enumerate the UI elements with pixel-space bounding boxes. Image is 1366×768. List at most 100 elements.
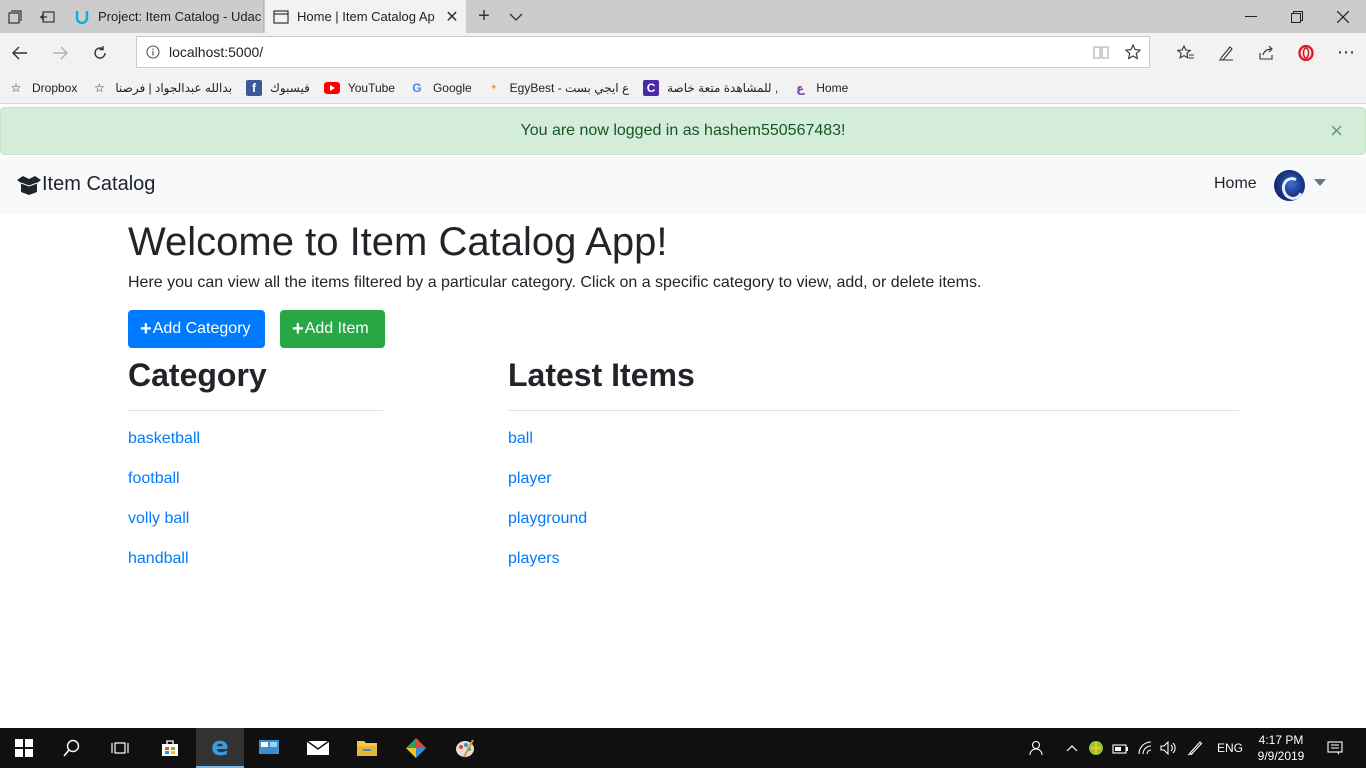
page-icon <box>265 9 297 24</box>
people-icon[interactable] <box>1026 728 1048 768</box>
category-link[interactable]: football <box>128 470 200 510</box>
app-diamond-icon[interactable] <box>392 728 440 768</box>
fav-label: بدالله عبدالجواد | فرصنا <box>115 80 233 95</box>
avatar[interactable] <box>1274 170 1305 201</box>
brand-link[interactable]: Item Catalog <box>16 173 155 196</box>
tab-title: Home | Item Catalog Ap <box>297 9 435 24</box>
restore-icon[interactable] <box>1274 0 1320 33</box>
box-open-icon <box>16 175 42 195</box>
category-heading: Category <box>128 357 267 393</box>
category-link[interactable]: basketball <box>128 430 200 470</box>
task-view-icon[interactable] <box>96 728 144 768</box>
fav-label: Home <box>816 80 849 95</box>
fav-egybest[interactable]: ✦ EgyBest - ع ايجي بست <box>486 80 629 96</box>
category-link[interactable]: volly ball <box>128 510 200 550</box>
login-alert: You are now logged in as hashem550567483… <box>0 107 1366 155</box>
add-category-button[interactable]: + Add Category <box>128 310 265 348</box>
search-icon[interactable] <box>48 728 96 768</box>
notification-icon[interactable] <box>1320 728 1350 768</box>
new-tab-icon[interactable]: + <box>470 0 498 33</box>
more-icon[interactable]: ⋯ <box>1326 33 1366 72</box>
tab-item-catalog[interactable]: Home | Item Catalog Ap ✕ <box>265 0 466 33</box>
volume-icon[interactable] <box>1158 728 1180 768</box>
category-divider <box>128 410 383 411</box>
plus-icon: + <box>140 318 152 340</box>
forward-icon[interactable] <box>40 33 80 72</box>
latest-items-heading: Latest Items <box>508 357 695 393</box>
fav-label: Dropbox <box>32 80 78 95</box>
windows-start-icon[interactable] <box>0 728 48 768</box>
item-link[interactable]: ball <box>508 430 587 470</box>
pen-workspace-icon[interactable] <box>1184 728 1206 768</box>
opera-icon[interactable] <box>1286 33 1326 72</box>
star-icon: ☆ <box>10 80 22 95</box>
fav-label: للمشاهدة متعة خاصة , <box>667 80 779 95</box>
fav-facebook[interactable]: f فيسبوك <box>246 79 310 96</box>
fav-google[interactable]: G Google <box>409 80 471 96</box>
intro-text: Here you can view all the items filtered… <box>128 274 982 291</box>
c-icon: C <box>643 79 660 96</box>
tab-title: Project: Item Catalog - Udac <box>98 9 262 24</box>
fav-youtube[interactable]: YouTube <box>323 80 395 96</box>
tab-udacity[interactable]: Project: Item Catalog - Udac <box>66 0 264 33</box>
brand-text: Item Catalog <box>42 173 156 195</box>
udacity-icon <box>66 9 98 25</box>
edge-browser-icon[interactable]: e <box>196 728 244 768</box>
star-icon: ☆ <box>93 80 105 95</box>
favorites-bar: ☆ Dropbox ☆ بدالله عبدالجواد | فرصنا f ف… <box>0 72 1366 104</box>
favorites-hub-icon[interactable] <box>1166 33 1206 72</box>
fav-label: EgyBest - ع ايجي بست <box>509 80 630 95</box>
item-link[interactable]: playground <box>508 510 587 550</box>
fav-c-site[interactable]: C للمشاهدة متعة خاصة , <box>643 79 779 96</box>
close-tab-icon[interactable]: ✕ <box>438 7 466 27</box>
chevron-up-icon[interactable] <box>1062 728 1082 768</box>
mail-icon[interactable] <box>294 728 342 768</box>
dropdown-caret-icon[interactable] <box>1314 179 1326 186</box>
close-window-icon[interactable] <box>1320 0 1366 33</box>
fav-home[interactable]: ع Home <box>792 80 848 96</box>
battery-icon[interactable] <box>1110 728 1132 768</box>
language-indicator[interactable]: ENG <box>1212 728 1248 768</box>
clock[interactable]: 4:17 PM 9/9/2019 <box>1252 732 1310 764</box>
set-aside-tabs-icon[interactable] <box>32 0 62 33</box>
clock-date: 9/9/2019 <box>1257 749 1305 763</box>
youtube-icon <box>323 80 340 96</box>
category-link[interactable]: handball <box>128 550 200 590</box>
pen-notes-icon[interactable] <box>1206 33 1246 72</box>
paint-icon[interactable] <box>441 728 489 768</box>
fav-label: فيسبوك <box>270 80 310 95</box>
close-alert-icon[interactable]: × <box>1330 120 1343 142</box>
wifi-icon[interactable] <box>1136 728 1156 768</box>
tab-overview-icon[interactable] <box>0 0 30 33</box>
button-label: Add Category <box>152 320 251 337</box>
fav-label: YouTube <box>347 80 395 95</box>
item-link[interactable]: players <box>508 550 587 590</box>
favorite-star-icon[interactable] <box>1117 37 1149 67</box>
back-icon[interactable] <box>0 33 40 72</box>
home-fav-icon: ع <box>796 80 805 95</box>
egybest-icon: ✦ <box>489 82 498 92</box>
item-link[interactable]: player <box>508 470 587 510</box>
address-bar[interactable]: localhost:5000/ <box>136 36 1150 68</box>
reading-view-icon[interactable] <box>1085 37 1117 67</box>
tray-app-icon[interactable] <box>1086 728 1106 768</box>
minimize-icon[interactable] <box>1228 0 1274 33</box>
browser-toolbar: localhost:5000/ ⋯ <box>0 33 1366 72</box>
info-icon[interactable] <box>137 45 169 59</box>
button-label: Add Item <box>304 320 369 337</box>
category-list: basketball football volly ball handball <box>128 430 200 590</box>
latest-items-divider <box>508 410 1239 411</box>
share-icon[interactable] <box>1246 33 1286 72</box>
fav-forsana[interactable]: ☆ بدالله عبدالجواد | فرصنا <box>91 80 232 96</box>
browser-tab-bar: Project: Item Catalog - Udac Home | Item… <box>0 0 1366 33</box>
add-item-button[interactable]: + Add Item <box>280 310 385 348</box>
remote-desktop-icon[interactable] <box>245 728 293 768</box>
url-text[interactable]: localhost:5000/ <box>169 44 1085 60</box>
store-icon[interactable] <box>146 728 194 768</box>
fav-dropbox[interactable]: ☆ Dropbox <box>8 80 78 96</box>
chevron-down-icon[interactable] <box>502 0 530 33</box>
refresh-icon[interactable] <box>80 33 120 72</box>
latest-items-list: ball player playground players <box>508 430 587 590</box>
nav-home-link[interactable]: Home <box>1214 175 1257 193</box>
file-explorer-icon[interactable] <box>343 728 391 768</box>
